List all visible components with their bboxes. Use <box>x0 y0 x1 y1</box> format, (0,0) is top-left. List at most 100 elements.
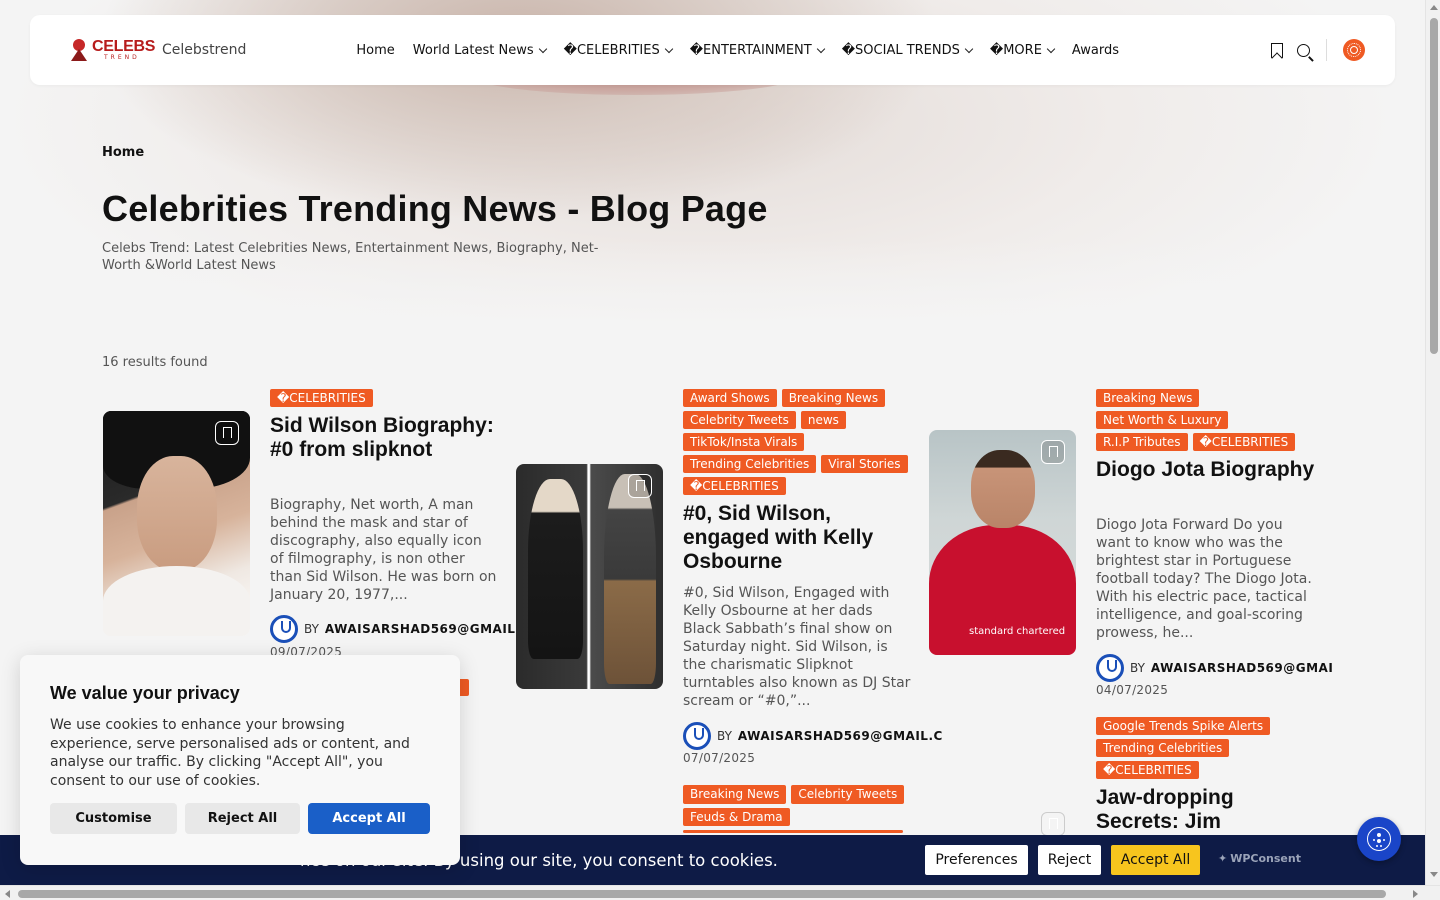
nav-world-latest-news[interactable]: World Latest News <box>412 42 547 58</box>
logo-text: CELEBS <box>92 38 156 55</box>
scrollbar-thumb[interactable] <box>18 890 1386 898</box>
chevron-down-icon <box>964 44 974 53</box>
tag[interactable] <box>683 830 903 833</box>
search-icon[interactable] <box>1297 43 1310 57</box>
image-detail <box>971 450 1035 528</box>
vertical-scrollbar[interactable] <box>1425 0 1440 885</box>
theme-toggle-sun-icon[interactable] <box>1343 39 1365 61</box>
results-count: 16 results found <box>102 355 208 370</box>
tag[interactable]: �CELEBRITIES <box>270 389 373 407</box>
nav-more[interactable]: �MORE <box>990 43 1056 58</box>
main-nav: Home World Latest News �CELEBRITIES �ENT… <box>356 43 1119 58</box>
scroll-left-icon[interactable] <box>5 890 10 898</box>
tag[interactable]: Breaking News <box>1096 389 1200 407</box>
image-sponsor-text: standard chartered <box>969 626 1066 637</box>
scroll-right-icon[interactable] <box>1413 890 1418 898</box>
author-name: AWAISARSHAD569@GMAIL.COM <box>1150 661 1332 675</box>
reject-all-button[interactable]: Reject All <box>185 803 300 834</box>
tag[interactable]: TikTok/Insta Virals <box>683 433 805 451</box>
site-name[interactable]: Celebstrend <box>162 42 246 58</box>
nav-label: World Latest News <box>412 42 534 58</box>
tag[interactable]: Celebrity Tweets <box>683 411 796 429</box>
tag[interactable]: news <box>800 411 846 429</box>
scrollbar-thumb[interactable] <box>1430 18 1438 354</box>
nav-entertainment[interactable]: �ENTERTAINMENT <box>689 42 825 58</box>
post-title[interactable]: Jaw-dropping Secrets: Jim <box>1096 786 1321 834</box>
nav-label: �SOCIAL TRENDS <box>841 42 960 58</box>
post-excerpt: #0, Sid Wilson, Engaged with Kelly Osbou… <box>683 585 911 709</box>
privacy-modal: We value your privacy We use cookies to … <box>20 655 460 865</box>
page-subtitle: Celebs Trend: Latest Celebrities News, E… <box>102 241 599 273</box>
post-thumbnail-sid-wilson[interactable] <box>103 411 250 636</box>
logo-icon <box>70 39 88 61</box>
scroll-up-icon[interactable] <box>1430 5 1438 10</box>
post-title[interactable]: #0, Sid Wilson, engaged with Kelly Osbou… <box>683 502 913 574</box>
bookmark-post-icon[interactable] <box>1041 440 1065 464</box>
breadcrumb[interactable]: Home <box>102 145 144 160</box>
tag[interactable]: Feuds & Drama <box>683 807 790 827</box>
tag[interactable]: Trending Celebrities <box>1096 739 1230 757</box>
post-tags: Award Shows Breaking News Celebrity Twee… <box>683 389 908 495</box>
by-label: BY <box>304 622 319 636</box>
scroll-down-icon[interactable] <box>1430 872 1438 877</box>
tag[interactable]: �CELEBRITIES <box>1096 761 1199 779</box>
logo-wordmark: CELEBS TREND <box>92 39 155 61</box>
tag[interactable]: Breaking News <box>781 389 886 407</box>
banner-accept-all-button[interactable]: Accept All <box>1111 845 1200 875</box>
nav-label: �ENTERTAINMENT <box>689 42 812 58</box>
post-title[interactable]: Sid Wilson Biography: #0 from slipknot <box>270 414 500 462</box>
nav-celebrities[interactable]: �CELEBRITIES <box>563 42 673 58</box>
post-author[interactable]: BY AWAISARSHAD569@GMAIL.COM <box>1096 654 1332 682</box>
chevron-down-icon <box>538 44 547 53</box>
post-tags: �CELEBRITIES <box>270 389 490 407</box>
site-header: CELEBS TREND Celebstrend Home World Late… <box>30 15 1395 85</box>
bookmark-post-icon[interactable] <box>628 474 652 498</box>
bookmark-post-icon[interactable] <box>215 421 239 445</box>
post-author[interactable]: BY AWAISARSHAD569@GMAIL.COM <box>683 722 943 750</box>
reject-button[interactable]: Reject <box>1038 845 1101 875</box>
bookmark-post-icon[interactable] <box>1041 812 1065 836</box>
post-excerpt: Diogo Jota Forward Do you want to know w… <box>1096 517 1312 641</box>
post-date: 07/07/2025 <box>683 751 756 765</box>
post-thumbnail-kelly-osbourne[interactable] <box>516 464 663 689</box>
tag[interactable]: �CELEBRITIES <box>1192 433 1296 451</box>
tag[interactable]: Celebrity Tweets <box>791 785 905 804</box>
by-label: BY <box>1130 661 1145 675</box>
nav-label: �CELEBRITIES <box>563 42 660 58</box>
chevron-down-icon <box>1046 44 1056 53</box>
avatar <box>683 722 711 750</box>
bookmark-icon[interactable] <box>1271 42 1283 58</box>
site-logo[interactable]: CELEBS TREND <box>70 39 160 61</box>
tag[interactable]: Viral Stories <box>821 455 908 473</box>
nav-label: Home <box>356 42 395 58</box>
tag[interactable]: Breaking News <box>683 785 787 804</box>
post-tags: Breaking News Celebrity Tweets Feuds & D… <box>683 785 913 833</box>
accessibility-icon[interactable] <box>1357 817 1401 861</box>
nav-awards[interactable]: Awards <box>1072 43 1119 58</box>
wpconsent-text: WPConsent <box>1230 852 1301 865</box>
wpconsent-icon: ✦ <box>1218 852 1228 865</box>
tag[interactable]: Google Trends Spike Alerts <box>1096 717 1271 735</box>
by-label: BY <box>717 729 732 743</box>
tag[interactable]: �CELEBRITIES <box>683 477 786 495</box>
tag[interactable]: Trending Celebrities <box>683 455 817 473</box>
post-author[interactable]: BY AWAISARSHAD569@GMAIL.COM <box>270 615 520 643</box>
post-tags: Breaking News Net Worth & Luxury R.I.P T… <box>1096 389 1321 451</box>
post-thumbnail-diogo-jota[interactable]: standard chartered <box>929 430 1076 655</box>
post-tags: Google Trends Spike Alerts Trending Cele… <box>1096 717 1321 779</box>
tag[interactable]: R.I.P Tributes <box>1096 433 1188 451</box>
nav-social-trends[interactable]: �SOCIAL TRENDS <box>841 42 974 58</box>
header-divider <box>1326 39 1327 61</box>
customise-button[interactable]: Customise <box>50 803 177 834</box>
nav-label: Awards <box>1071 42 1120 58</box>
wpconsent-logo[interactable]: ✦ WPConsent <box>1218 852 1301 865</box>
logo-subtext: TREND <box>104 54 140 61</box>
tag[interactable]: Award Shows <box>683 389 777 407</box>
nav-home[interactable]: Home <box>356 43 394 58</box>
avatar <box>1096 654 1124 682</box>
accept-all-button[interactable]: Accept All <box>308 803 430 834</box>
post-title[interactable]: Diogo Jota Biography <box>1096 458 1321 482</box>
preferences-button[interactable]: Preferences <box>925 845 1028 875</box>
horizontal-scrollbar[interactable] <box>0 885 1440 900</box>
tag[interactable]: Net Worth & Luxury <box>1096 411 1229 429</box>
